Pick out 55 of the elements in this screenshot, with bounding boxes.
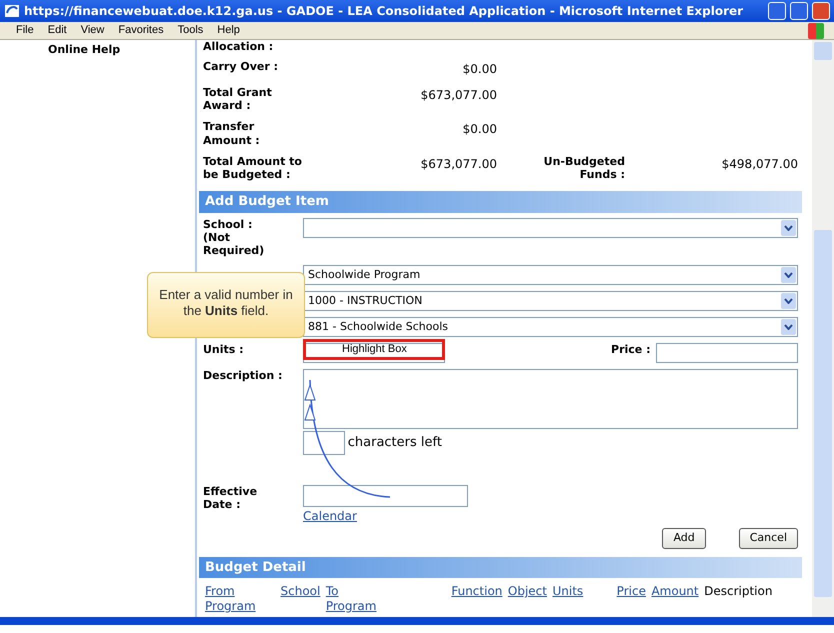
- price-field[interactable]: [656, 343, 798, 364]
- field-label: School : (Not Required): [203, 218, 266, 258]
- dropdown[interactable]: [303, 218, 798, 238]
- highlight-box: Highlight Box: [303, 339, 445, 360]
- column-header-link[interactable]: Units: [552, 584, 584, 614]
- section-header: Add Budget Item: [199, 191, 802, 213]
- field-label: Un-Budgeted Funds :: [542, 154, 625, 182]
- field-label: Description :: [203, 369, 284, 382]
- menu-item[interactable]: View: [80, 22, 104, 39]
- description-field[interactable]: [303, 369, 798, 430]
- callout-tooltip: Enter a valid number in the Units field.: [147, 272, 305, 338]
- amount-value: $0.00: [462, 61, 497, 78]
- calendar-link[interactable]: Calendar: [303, 509, 357, 524]
- dropdown[interactable]: 1000 - INSTRUCTION: [303, 291, 798, 312]
- minimize-button[interactable]: [768, 2, 786, 20]
- browser-icon: [4, 3, 20, 19]
- column-header-link[interactable]: From Program: [205, 584, 275, 614]
- field-label: Units :: [203, 343, 245, 356]
- characters-left-field[interactable]: [303, 431, 345, 456]
- field-label: Effective Date :: [203, 485, 258, 512]
- form-button[interactable]: Add: [662, 528, 706, 549]
- menu-item[interactable]: File: [16, 22, 34, 39]
- windows-logo-icon: [808, 22, 824, 38]
- maximize-button[interactable]: [790, 2, 808, 20]
- section-header: Budget Detail: [199, 556, 802, 578]
- field-label: Total Amount to be Budgeted :: [203, 154, 303, 182]
- field-label: Transfer Amount :: [203, 120, 261, 147]
- column-header-link[interactable]: Function: [451, 584, 502, 614]
- field-label: Price :: [611, 343, 650, 356]
- amount-value: $498,077.00: [720, 156, 798, 173]
- dropdown[interactable]: Schoolwide Program: [303, 265, 798, 286]
- field-label: Allocation :: [203, 41, 274, 52]
- amount-value: $0.00: [462, 121, 497, 138]
- menu-item[interactable]: Edit: [48, 22, 67, 39]
- column-header-link[interactable]: Amount: [651, 584, 699, 614]
- close-button[interactable]: [812, 2, 830, 20]
- online-help-link[interactable]: Online Help: [48, 43, 120, 56]
- scrollbar[interactable]: [812, 40, 834, 617]
- column-header-link[interactable]: To Program: [326, 584, 386, 614]
- field-label: Total Grant Award :: [203, 86, 273, 112]
- characters-left-label: characters left: [348, 434, 442, 452]
- amount-value: $673,077.00: [420, 156, 497, 173]
- form-button[interactable]: Cancel: [738, 528, 798, 549]
- window-title: https://financewebuat.doe.k12.ga.us - GADOE - LEA Consolidated Application - Microsoft Internet Explorer: [24, 3, 744, 20]
- amount-value: $673,077.00: [420, 87, 497, 104]
- menu-item[interactable]: Favorites: [118, 22, 164, 39]
- column-header-link[interactable]: Object: [508, 584, 547, 614]
- column-header-link[interactable]: School: [280, 584, 320, 614]
- menu-item[interactable]: Help: [217, 22, 240, 39]
- date-field[interactable]: [303, 485, 468, 508]
- field-label: Carry Over :: [203, 60, 279, 74]
- column-header: Description: [704, 584, 772, 600]
- menu-item[interactable]: Tools: [178, 22, 204, 39]
- column-header-link[interactable]: Price: [616, 584, 646, 614]
- dropdown[interactable]: 881 - Schoolwide Schools: [303, 317, 798, 338]
